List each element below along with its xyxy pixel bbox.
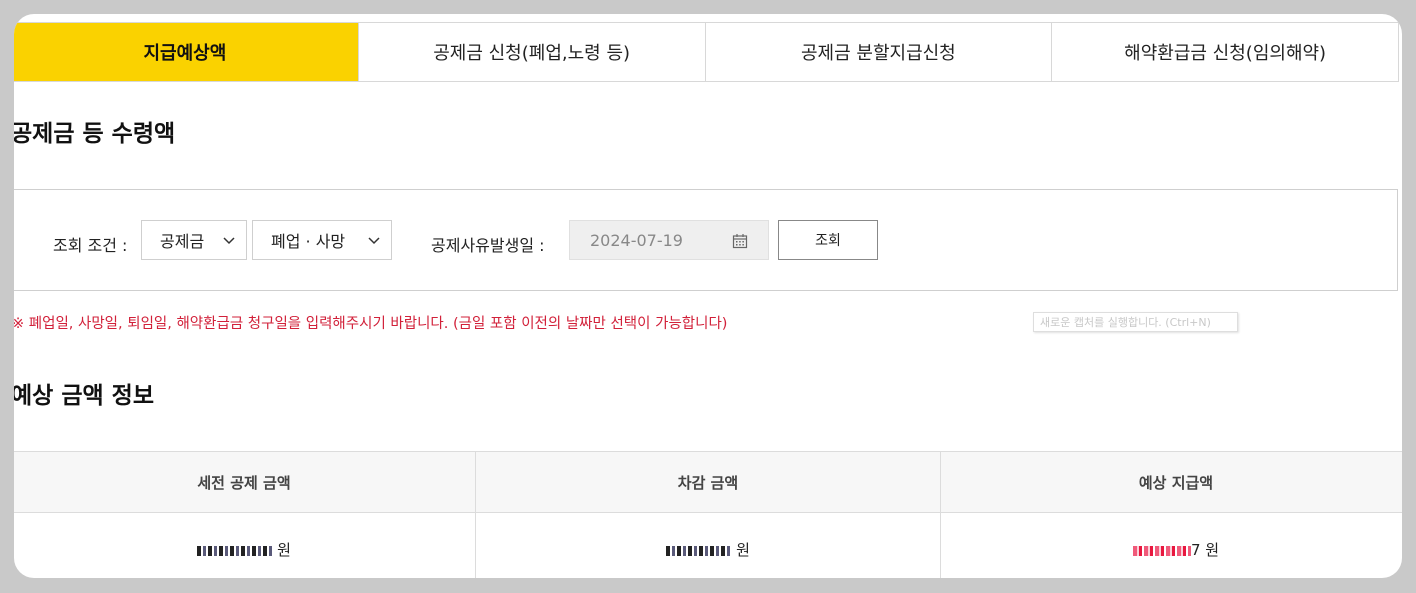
section-title-receipt: 공제금 등 수령액: [14, 121, 176, 147]
header-pretax-amount: 세전 공제 금액: [14, 451, 476, 513]
type-select[interactable]: 공제금: [141, 220, 247, 260]
notice-text: ※ 폐업일, 사망일, 퇴임일, 해약환급금 청구일을 입력해주시기 바랍니다.…: [14, 316, 728, 332]
condition-label: 조회 조건 :: [53, 236, 128, 255]
masked-value: [197, 546, 274, 556]
type-select-value: 공제금: [160, 232, 205, 251]
date-label: 공제사유발생일 :: [431, 236, 545, 255]
tab-bar: 지급예상액 공제금 신청(폐업,노령 등) 공제금 분할지급신청 해약환급금 신…: [14, 22, 1399, 82]
cell-expected-payment: 7 원: [940, 512, 1402, 578]
currency-unit: 원: [277, 541, 291, 559]
reason-select-value: 폐업 · 사망: [271, 232, 346, 251]
search-panel: 조회 조건 : 공제금 폐업 · 사망 공제사유발생일 : 2024-07-19…: [14, 189, 1398, 291]
masked-value: [666, 546, 733, 556]
chevron-down-icon: [368, 237, 380, 245]
tab-refund-application[interactable]: 해약환급금 신청(임의해약): [1052, 23, 1398, 81]
table-row: 원 원 7 원: [14, 512, 1402, 578]
masked-value: [1132, 546, 1191, 556]
tab-payment-estimate[interactable]: 지급예상액: [14, 23, 359, 81]
header-expected-payment: 예상 지급액: [940, 451, 1402, 513]
date-value: 2024-07-19: [590, 230, 683, 250]
reason-select[interactable]: 폐업 · 사망: [252, 220, 392, 260]
cell-deduction-amount: 원: [475, 512, 941, 578]
estimate-table: 세전 공제 금액 차감 금액 예상 지급액 원 원 7 원: [14, 451, 1402, 578]
table-header-row: 세전 공제 금액 차감 금액 예상 지급액: [14, 451, 1402, 513]
main-card: 지급예상액 공제금 신청(폐업,노령 등) 공제금 분할지급신청 해약환급금 신…: [14, 14, 1402, 578]
header-deduction-amount: 차감 금액: [475, 451, 941, 513]
currency-unit: 원: [736, 541, 750, 559]
chevron-down-icon: [223, 237, 235, 245]
expected-payment-tail: 7 원: [1190, 541, 1220, 559]
tooltip: 새로운 캡처를 실행합니다. (Ctrl+N): [1033, 312, 1238, 332]
tab-benefit-application[interactable]: 공제금 신청(폐업,노령 등): [358, 23, 706, 81]
cell-pretax-amount: 원: [14, 512, 476, 578]
tab-installment-application[interactable]: 공제금 분할지급신청: [705, 23, 1053, 81]
section-title-estimate: 예상 금액 정보: [14, 383, 154, 409]
date-input[interactable]: 2024-07-19: [569, 220, 769, 260]
calendar-icon[interactable]: [732, 233, 748, 249]
search-button[interactable]: 조회: [778, 220, 878, 260]
